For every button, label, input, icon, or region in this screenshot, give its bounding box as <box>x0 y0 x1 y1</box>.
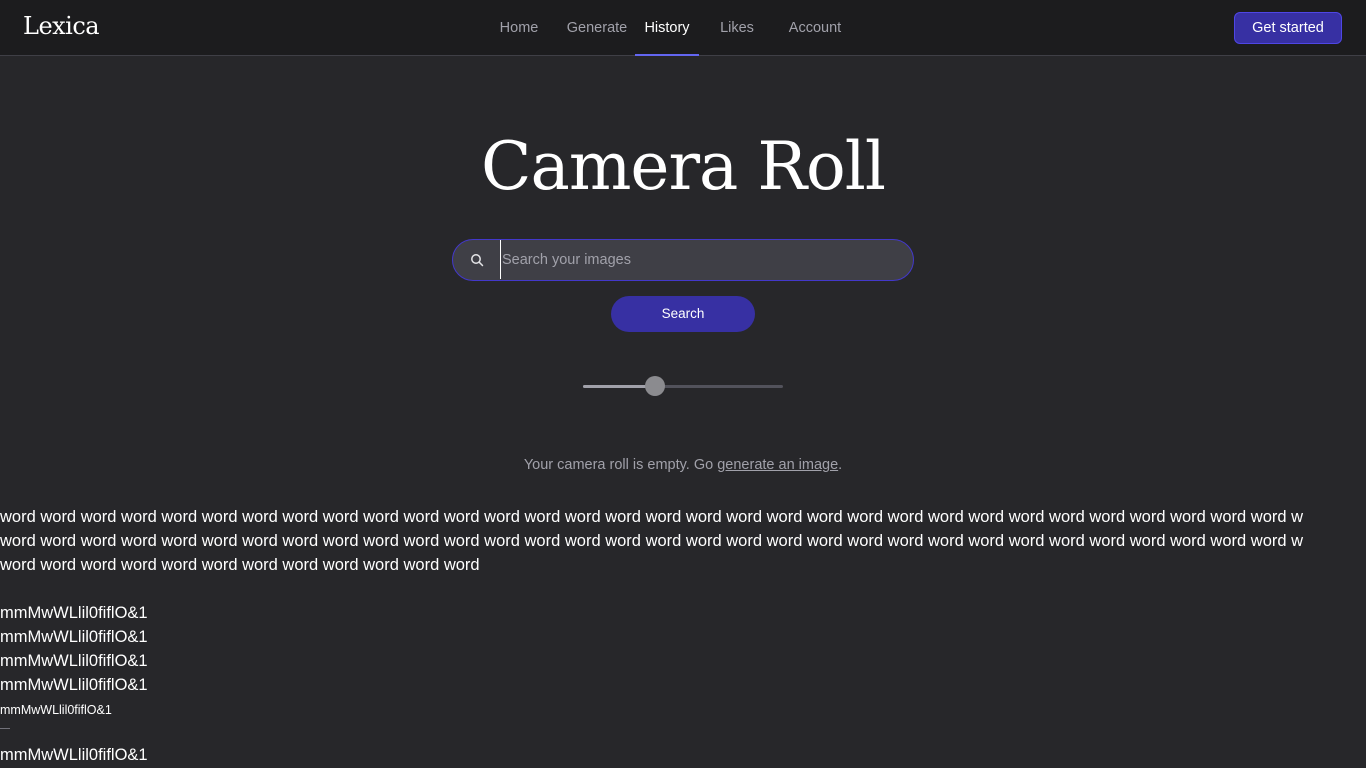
search-input[interactable] <box>500 240 900 279</box>
probe-line: word word word word word word word word … <box>0 532 1304 550</box>
image-size-slider[interactable] <box>583 376 783 396</box>
probe-glyphs: mmMwWLlil0fiflO&1 <box>0 676 148 694</box>
nav-history[interactable]: History <box>635 0 699 56</box>
empty-state-suffix: . <box>838 457 843 473</box>
probe-glyphs: mmMwWLlil0fiflO&1 <box>0 628 148 646</box>
probe-line: word word word word word word word word … <box>0 508 1304 526</box>
empty-state-prefix: Your camera roll is empty. Go <box>523 457 718 473</box>
search-bar <box>452 239 914 281</box>
page-title: Camera Roll <box>480 128 886 205</box>
probe-glyphs: mmMwWLlil0fiflO&1 <box>0 604 148 622</box>
probe-glyphs-small: mmMwWLlil0fiflO&1 <box>0 703 112 717</box>
top-navigation-bar: Lexica Home Generate History Likes Accou… <box>0 0 1366 56</box>
get-started-button[interactable]: Get started <box>1234 12 1342 44</box>
search-icon <box>471 254 484 267</box>
probe-glyphs: mmMwWLlil0fiflO&1 <box>0 746 148 764</box>
probe-spacer <box>0 577 1366 601</box>
probe-divider <box>0 728 10 729</box>
generate-image-link[interactable]: generate an image <box>717 457 838 473</box>
search-button[interactable]: Search <box>611 296 755 332</box>
lexica-logo[interactable]: Lexica <box>23 12 100 40</box>
nav-home[interactable]: Home <box>479 0 559 55</box>
nav-likes[interactable]: Likes <box>697 0 777 55</box>
nav-account[interactable]: Account <box>775 0 855 55</box>
main-nav: Home Generate History Likes Account <box>479 0 855 56</box>
slider-thumb[interactable] <box>645 376 665 396</box>
text-probe-block: word word word word word word word word … <box>0 505 1366 767</box>
probe-line: word word word word word word word word … <box>0 556 480 574</box>
empty-state-message: Your camera roll is empty. Go generate a… <box>0 457 1366 473</box>
probe-glyphs: mmMwWLlil0fiflO&1 <box>0 652 148 670</box>
nav-generate[interactable]: Generate <box>557 0 637 55</box>
